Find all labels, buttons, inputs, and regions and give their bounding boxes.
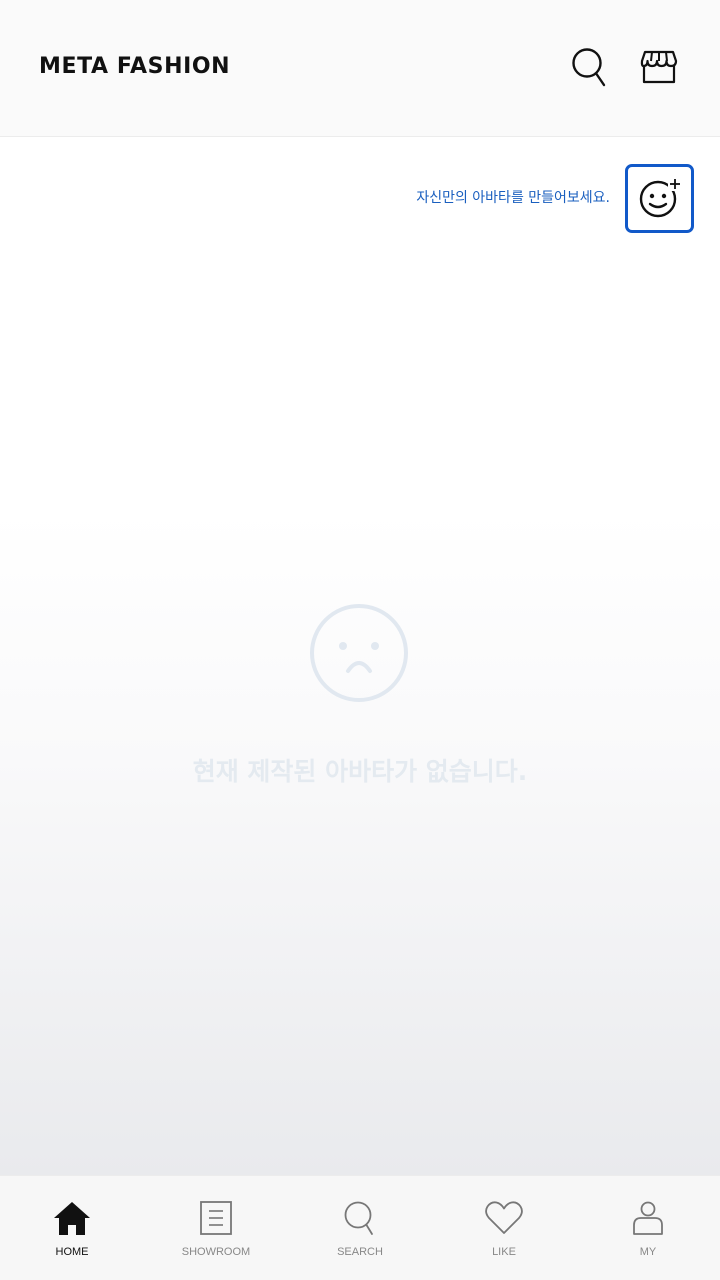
search-icon[interactable] — [569, 46, 609, 88]
tab-label: SHOWROOM — [181, 1246, 251, 1258]
store-icon[interactable] — [639, 46, 679, 88]
main-content: 자신만의 아바타를 만들어보세요. 현재 제작된 아바타가 없습니다. — [0, 138, 720, 1175]
heart-icon — [484, 1198, 524, 1238]
face-plus-icon — [638, 175, 682, 223]
tab-search[interactable]: SEARCH — [288, 1176, 432, 1280]
search-icon — [340, 1198, 380, 1238]
user-icon — [628, 1198, 668, 1238]
showroom-icon — [196, 1198, 236, 1238]
tab-like[interactable]: LIKE — [432, 1176, 576, 1280]
tab-my[interactable]: MY — [576, 1176, 720, 1280]
tab-label: LIKE — [492, 1246, 516, 1258]
avatar-prompt-text[interactable]: 자신만의 아바타를 만들어보세요. — [416, 187, 610, 207]
home-icon — [52, 1198, 92, 1238]
app-header: META FASHION — [0, 0, 720, 137]
add-avatar-button[interactable] — [625, 164, 694, 233]
tab-label: HOME — [55, 1246, 89, 1258]
tab-label: MY — [639, 1246, 657, 1258]
app-logo[interactable]: META FASHION — [39, 54, 230, 79]
bottom-tab-bar: HOME SHOWROOM SEARCH LIKE MY — [0, 1175, 720, 1280]
tab-home[interactable]: HOME — [0, 1176, 144, 1280]
empty-state-message: 현재 제작된 아바타가 없습니다. — [192, 757, 528, 786]
tab-label: SEARCH — [337, 1246, 383, 1258]
sad-face-icon — [309, 603, 409, 703]
tab-showroom[interactable]: SHOWROOM — [144, 1176, 288, 1280]
